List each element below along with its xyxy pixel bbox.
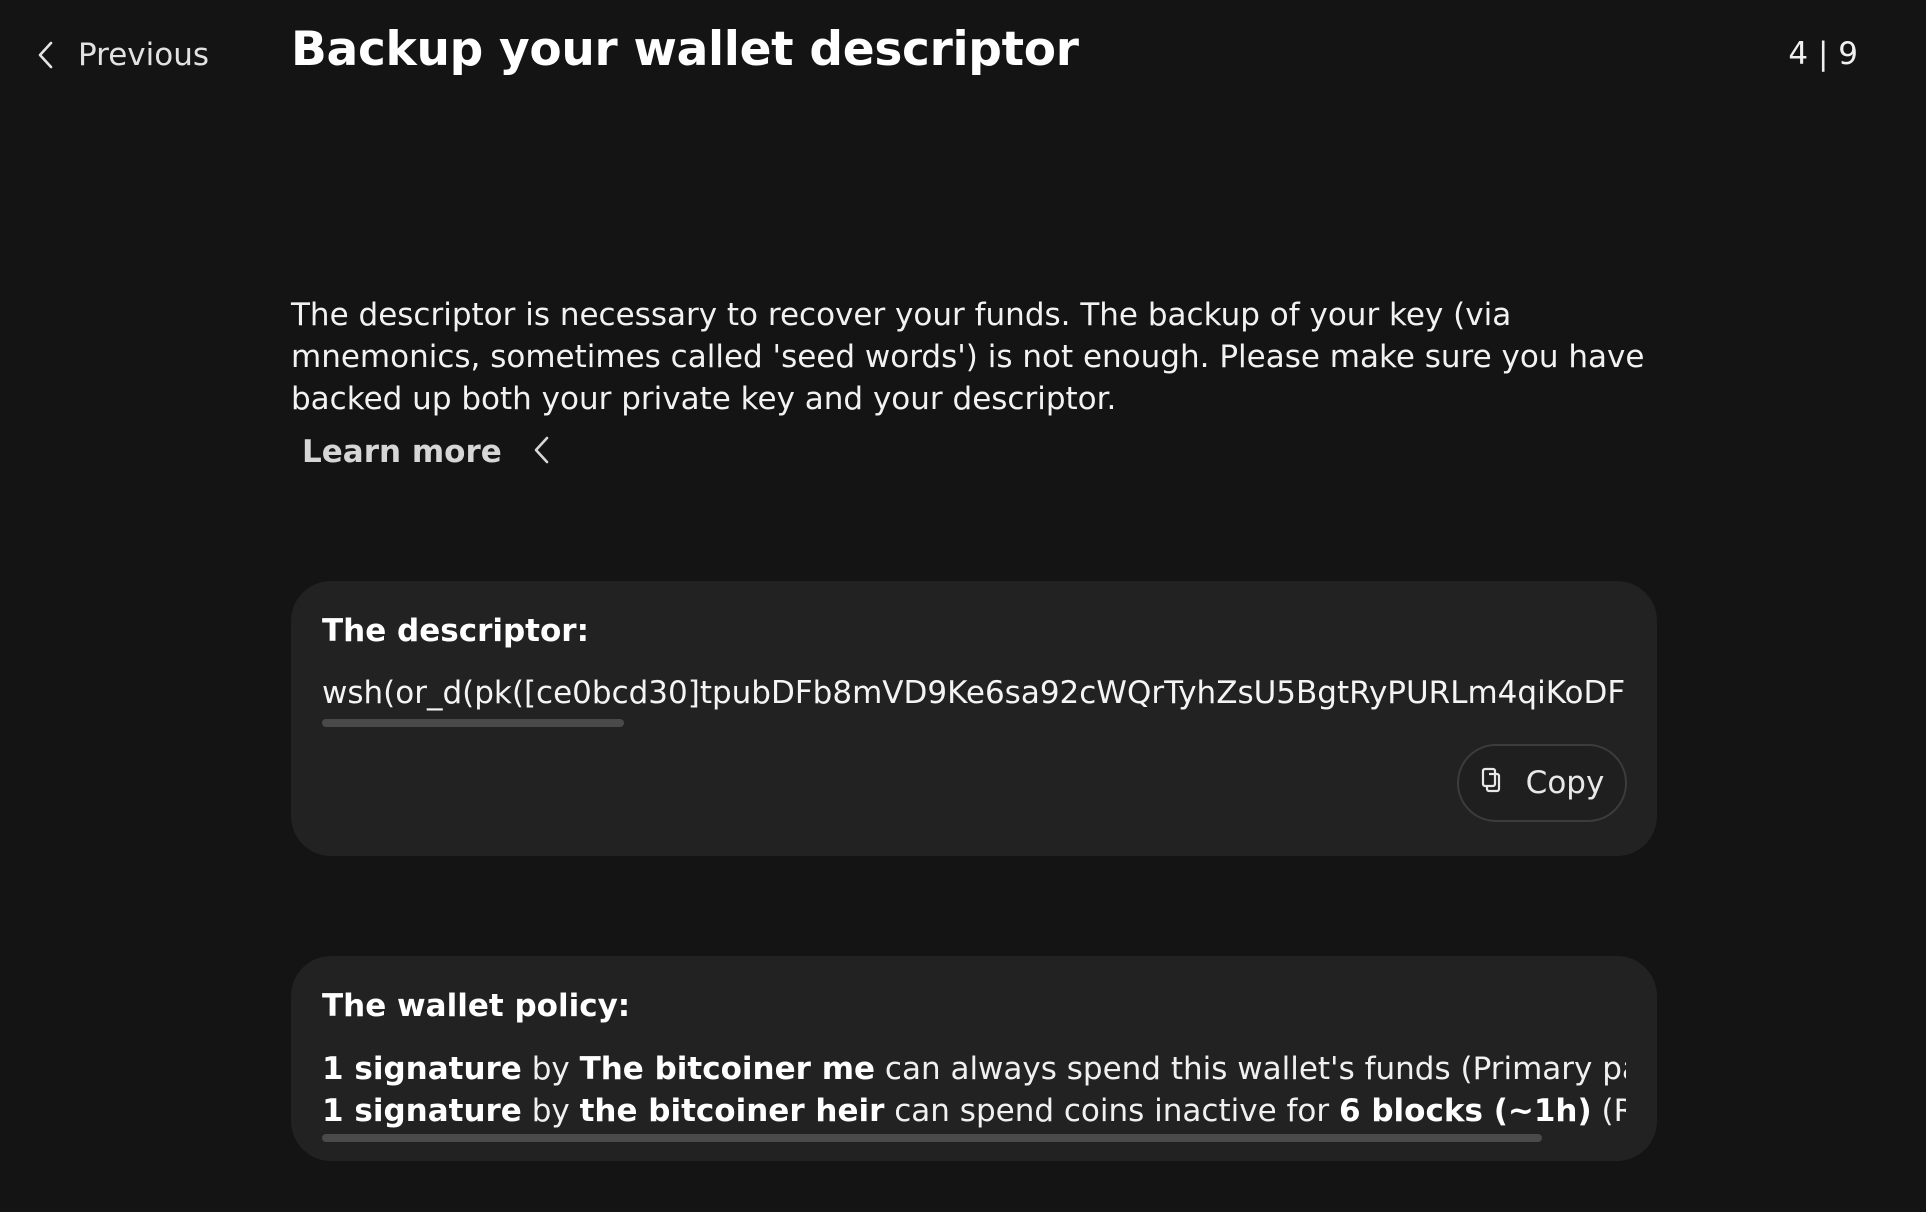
wallet-policy-card: The wallet policy: 1 signature by The bi…	[291, 956, 1657, 1161]
previous-button[interactable]: Previous	[36, 28, 209, 82]
policy-signer: The bitcoiner me	[579, 1051, 876, 1087]
chevron-left-icon	[532, 435, 550, 469]
policy-signature-count: 1 signature	[322, 1051, 522, 1087]
header: Previous Backup your wallet descriptor 4…	[0, 0, 1926, 110]
intro-text: The descriptor is necessary to recover y…	[291, 297, 1645, 417]
policy-line-primary: 1 signature by The bitcoiner me can alwa…	[322, 1048, 1626, 1090]
learn-more-toggle[interactable]: Learn more	[302, 428, 550, 476]
copy-button[interactable]: Copy	[1457, 744, 1627, 822]
policy-scrollbar[interactable]	[322, 1134, 1542, 1142]
policy-path-label: (Recovery pa	[1601, 1093, 1626, 1129]
policy-description: can always spend this wallet's funds (Pr…	[884, 1051, 1626, 1087]
page-title: Backup your wallet descriptor	[291, 22, 1079, 77]
descriptor-scrollbar[interactable]	[322, 719, 624, 727]
policy-description: can spend coins inactive for	[894, 1093, 1330, 1129]
policy-line-recovery: 1 signature by the bitcoiner heir can sp…	[322, 1090, 1626, 1132]
policy-signer: the bitcoiner heir	[579, 1093, 885, 1129]
chevron-left-icon	[36, 40, 54, 70]
step-counter: 4 | 9	[1788, 36, 1858, 72]
descriptor-card-title: The descriptor:	[322, 613, 589, 649]
policy-duration: 6 blocks (~1h)	[1339, 1093, 1592, 1129]
copy-label: Copy	[1525, 765, 1605, 801]
learn-more-label: Learn more	[302, 434, 502, 470]
policy-signature-count: 1 signature	[322, 1093, 522, 1129]
previous-label: Previous	[78, 37, 210, 73]
descriptor-value: wsh(or_d(pk([ce0bcd30]tpubDFb8mVD9Ke6sa9…	[322, 675, 1626, 711]
copy-icon	[1480, 767, 1504, 799]
descriptor-card: The descriptor: wsh(or_d(pk([ce0bcd30]tp…	[291, 581, 1657, 856]
policy-scroll-area[interactable]: 1 signature by The bitcoiner me can alwa…	[322, 1048, 1626, 1148]
wallet-policy-title: The wallet policy:	[322, 988, 631, 1024]
descriptor-scroll-area[interactable]: wsh(or_d(pk([ce0bcd30]tpubDFb8mVD9Ke6sa9…	[322, 673, 1626, 729]
